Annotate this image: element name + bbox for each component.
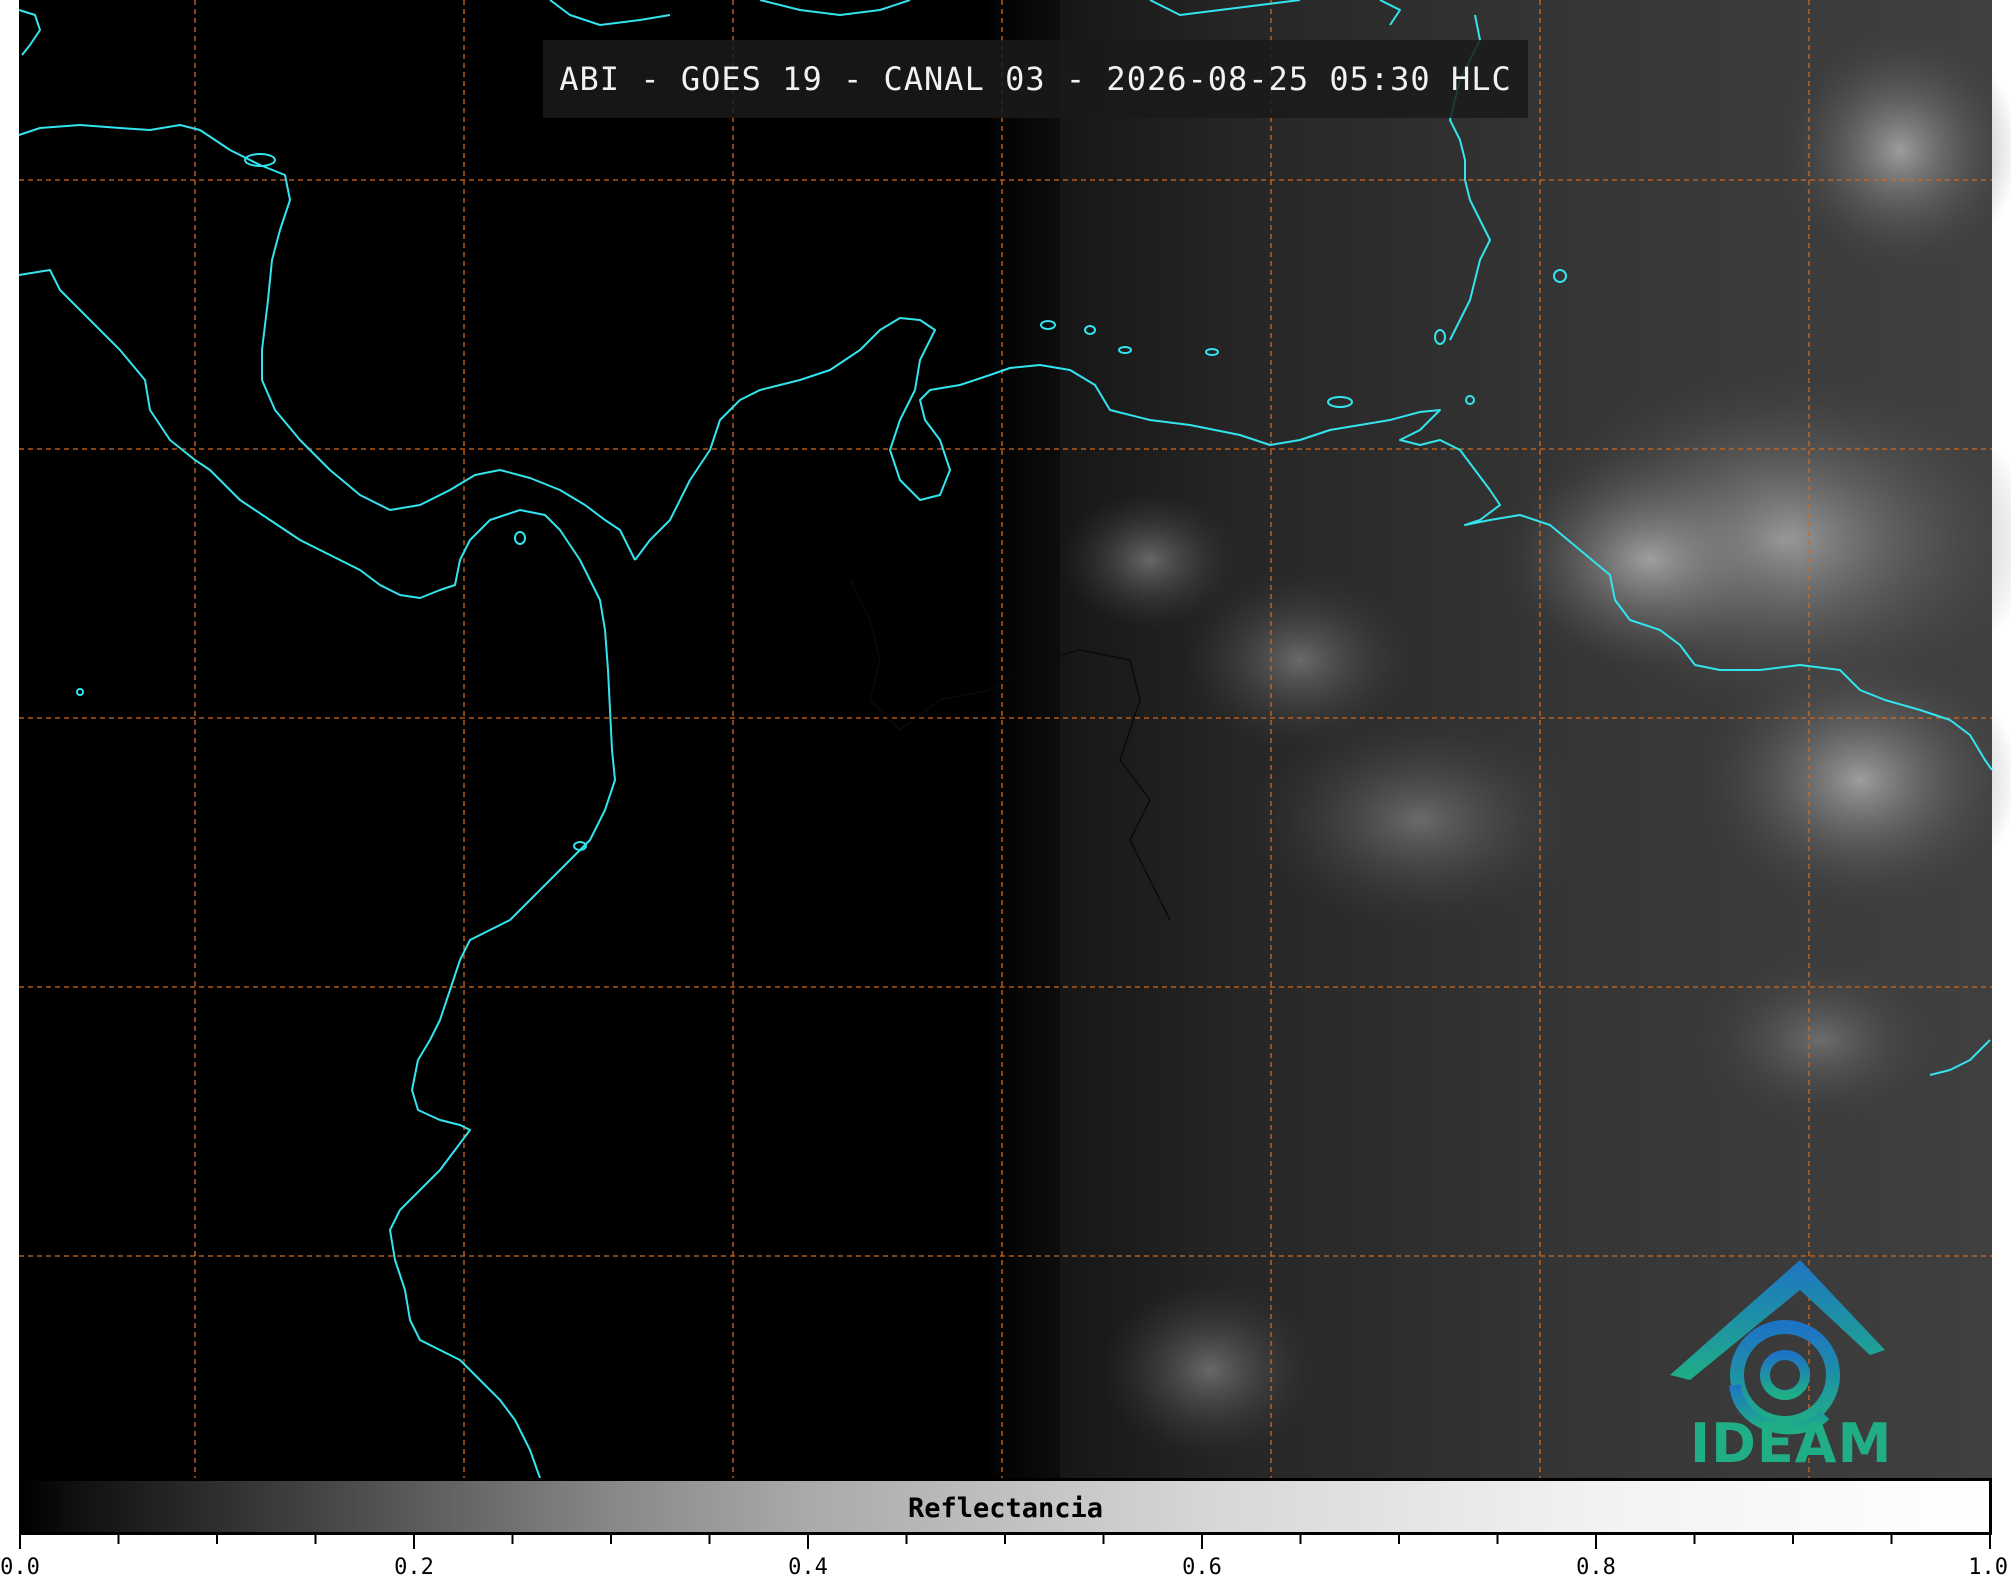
colorbar-tick-label: 0.8 [1576,1555,1616,1580]
colorbar-tick-label: 0.4 [788,1555,828,1580]
colorbar: Reflectancia [19,1478,1992,1535]
ideam-logo-text: IDEAM [1690,1412,1893,1475]
colorbar-tick-label: 1.0 [1968,1555,2008,1580]
colorbar-tick-label: 0.2 [394,1555,434,1580]
colorbar-tick-label: 0.0 [0,1555,40,1580]
map-title: ABI - GOES 19 - CANAL 03 - 2026-08-25 05… [559,60,1512,98]
map-title-box: ABI - GOES 19 - CANAL 03 - 2026-08-25 05… [543,40,1528,118]
colorbar-tick-label: 0.6 [1182,1555,1222,1580]
colorbar-label: Reflectancia [907,1493,1104,1524]
